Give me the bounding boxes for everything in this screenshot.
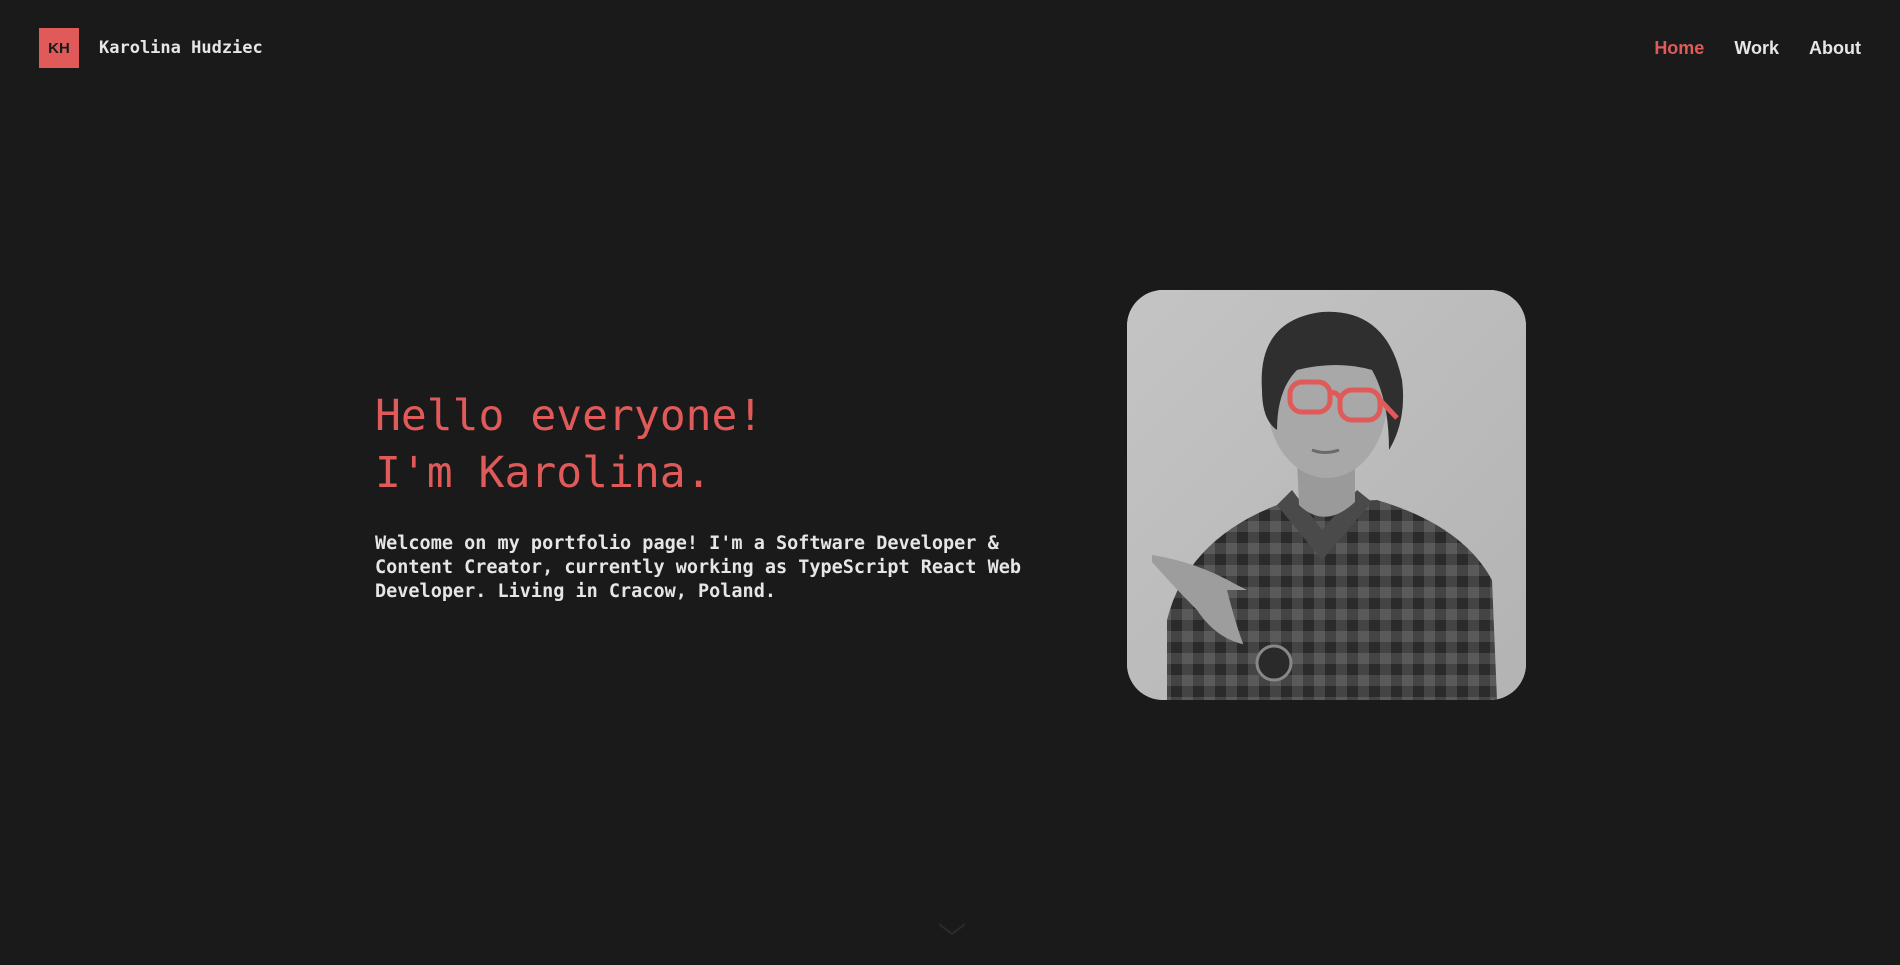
site-header: KH Karolina Hudziec Home Work About: [0, 0, 1900, 96]
hero-section: Hello everyone! I'm Karolina. Welcome on…: [375, 388, 1075, 604]
scroll-down-chevron-icon[interactable]: [936, 920, 968, 938]
nav-home[interactable]: Home: [1654, 38, 1704, 59]
nav-about[interactable]: About: [1809, 38, 1861, 59]
main-nav: Home Work About: [1654, 38, 1861, 59]
portrait-photo: [1127, 290, 1526, 700]
headline-line-2: I'm Karolina.: [375, 448, 712, 498]
logo-badge: KH: [39, 28, 79, 68]
hero-intro: Welcome on my portfolio page! I'm a Soft…: [375, 533, 1022, 602]
headline-line-1: Hello everyone!: [375, 391, 764, 441]
site-name: Karolina Hudziec: [99, 38, 263, 58]
home-logo-link[interactable]: KH Karolina Hudziec: [39, 28, 263, 68]
hero-headline: Hello everyone! I'm Karolina.: [375, 388, 1075, 502]
nav-work[interactable]: Work: [1734, 38, 1779, 59]
